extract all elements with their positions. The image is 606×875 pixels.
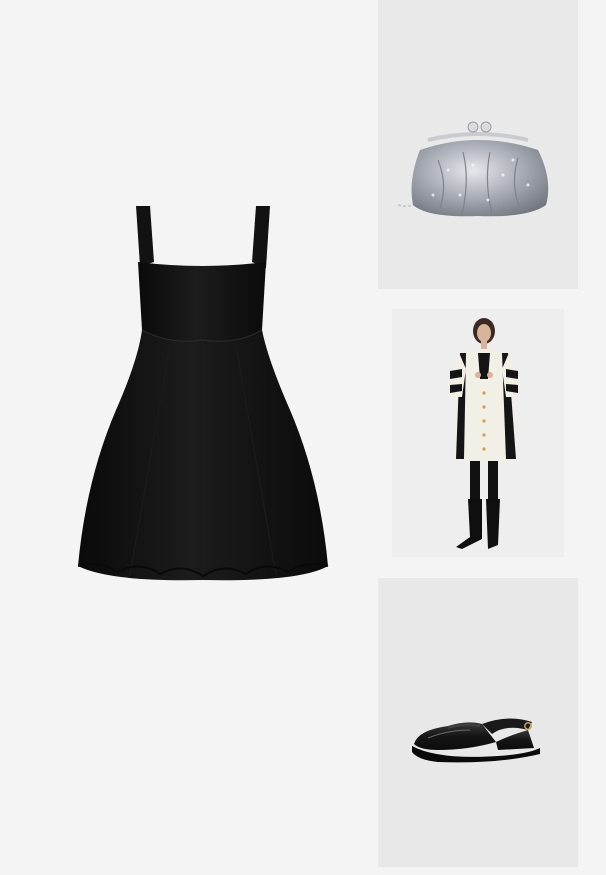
dress-product-tile[interactable] <box>0 0 378 875</box>
shoe-product-tile[interactable] <box>378 578 578 867</box>
clutch-product-tile[interactable] <box>378 0 578 289</box>
cardigan-product-tile[interactable] <box>392 309 564 557</box>
outfit-board <box>0 0 606 875</box>
shoe-image <box>412 718 540 763</box>
clutch-image <box>397 121 549 217</box>
model-image <box>449 318 519 549</box>
dress-image <box>77 206 329 581</box>
